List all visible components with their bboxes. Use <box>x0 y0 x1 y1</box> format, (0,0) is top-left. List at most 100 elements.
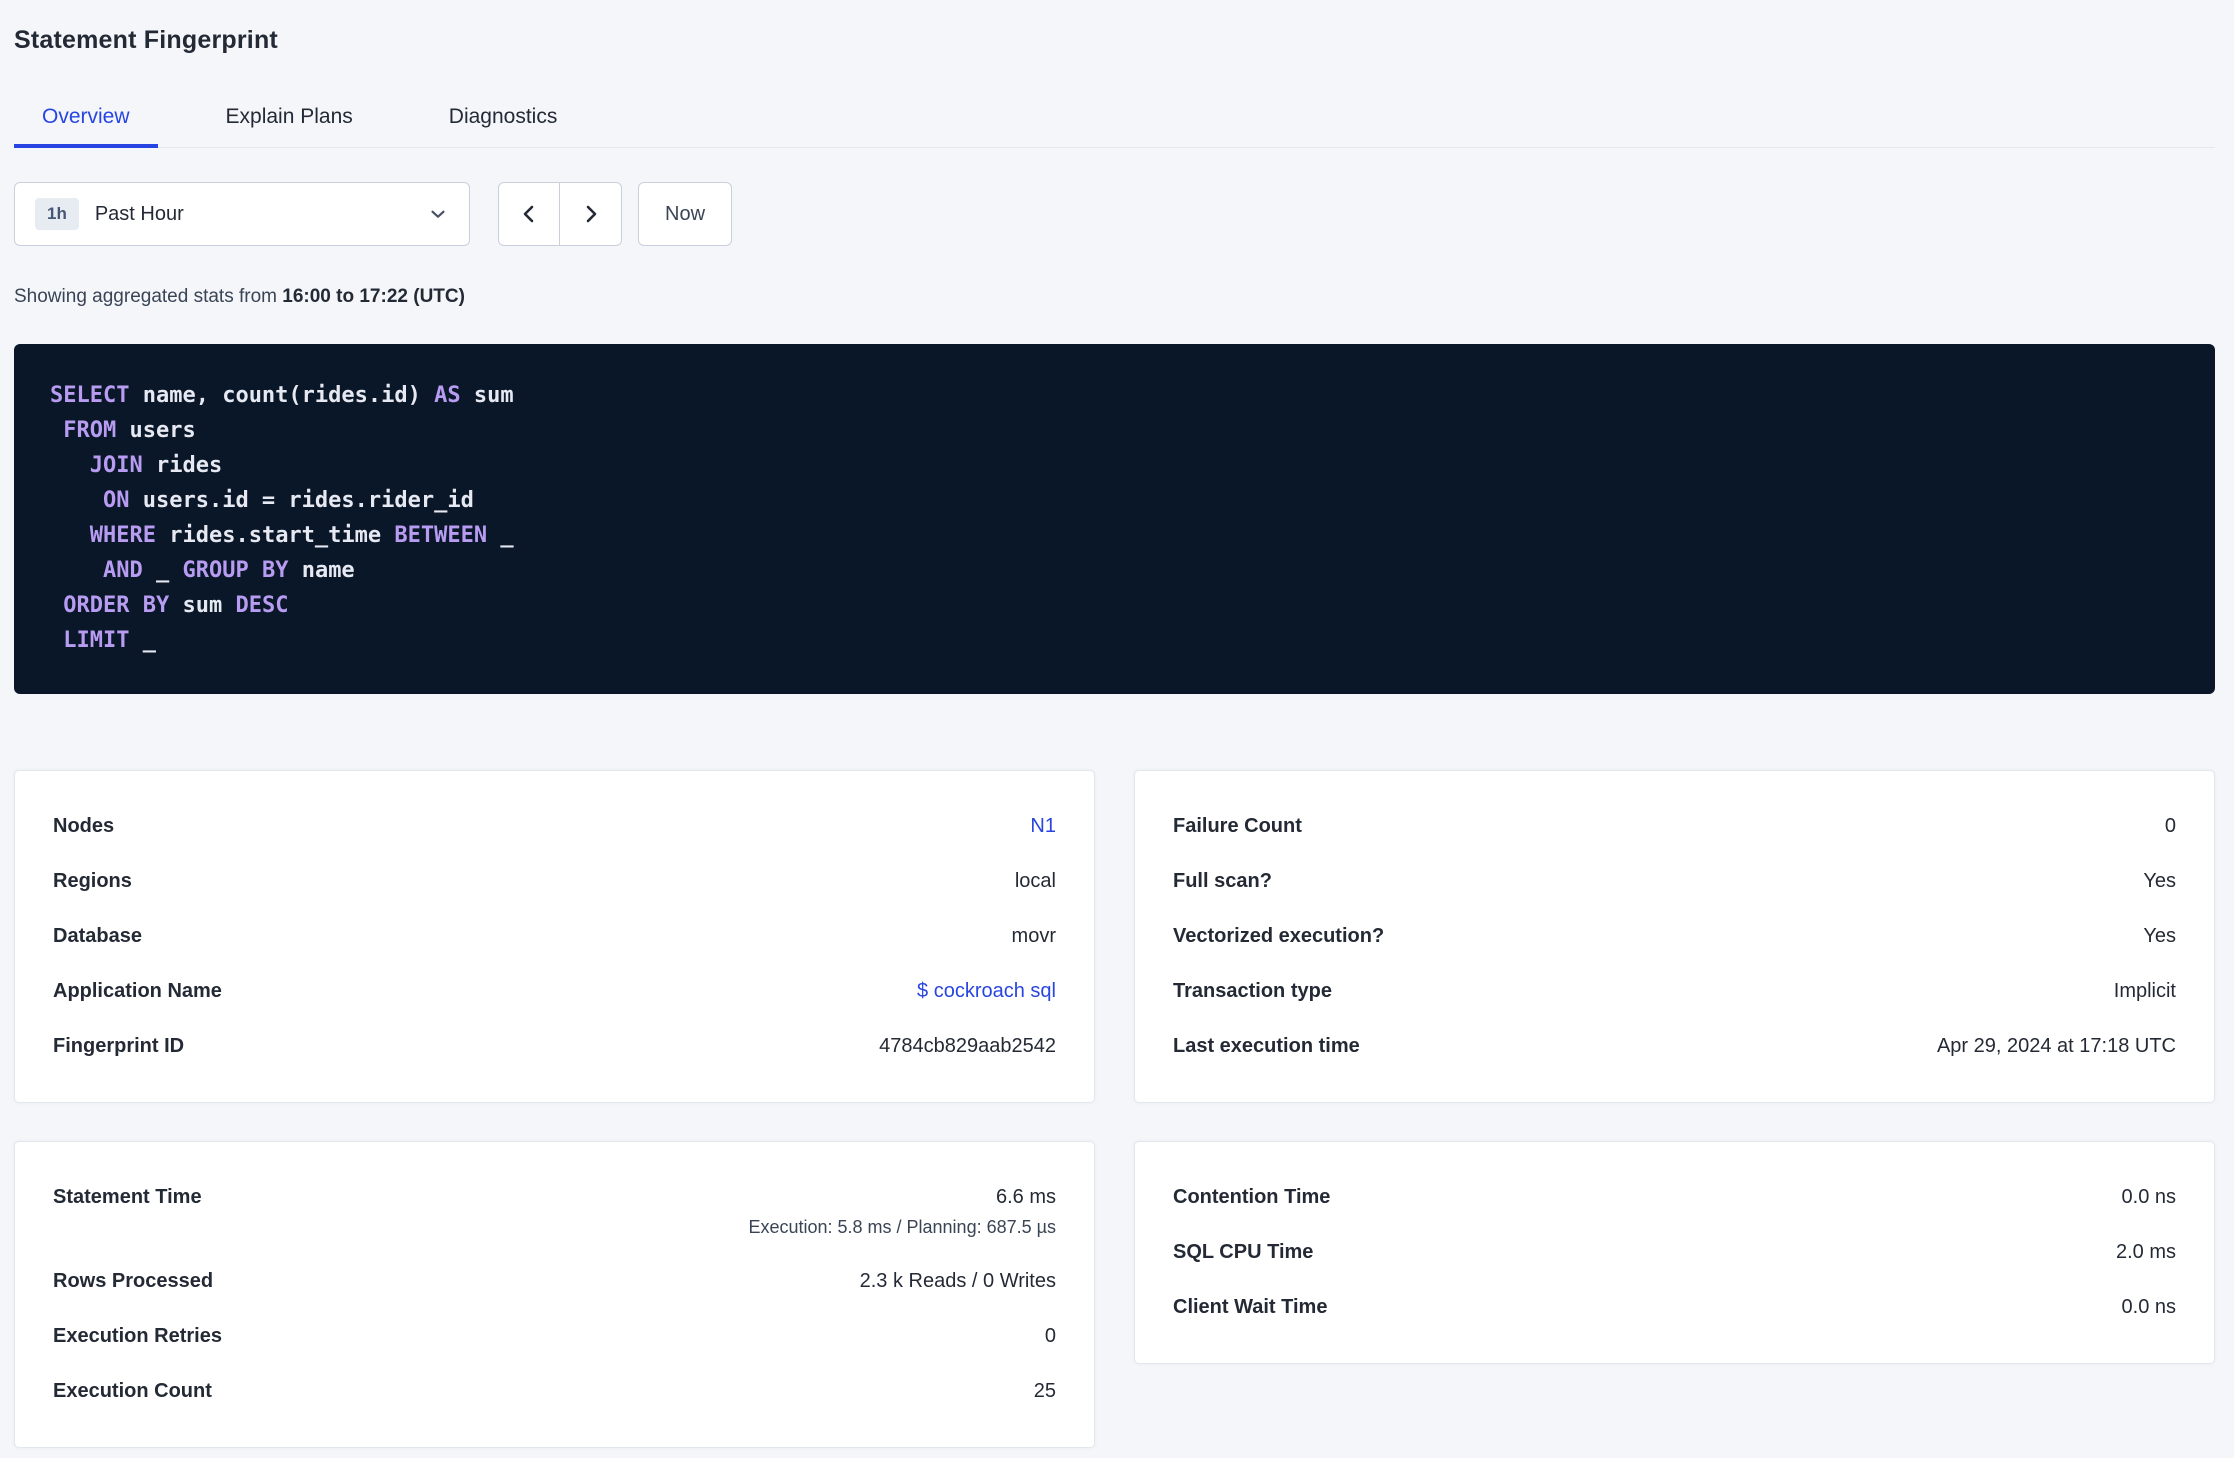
chevron-down-icon <box>427 203 449 225</box>
wait-times-card: Contention Time 0.0 ns SQL CPU Time 2.0 ms C… <box>1134 1141 2215 1364</box>
stat-value-wrap: 0.0 ns <box>2122 1296 2176 1319</box>
time-range-picker[interactable]: 1h Past Hour <box>14 182 470 246</box>
sql-keyword: SELECT <box>50 383 130 408</box>
stat-value: 0 <box>1044 1325 1056 1347</box>
stat-value-wrap: Implicit <box>2114 980 2176 1003</box>
stat-value: Yes <box>2143 925 2176 947</box>
sql-code: SELECT name, count(rides.id) AS sum FROM… <box>50 378 2179 658</box>
stat-value-wrap: N1 <box>1030 815 1056 838</box>
summary-prefix: Showing aggregated stats from <box>14 286 277 307</box>
tab-bar: Overview Explain Plans Diagnostics <box>14 89 2215 148</box>
stat-value-wrap: 0 <box>1045 1325 1056 1348</box>
stat-label: Failure Count <box>1173 815 1302 837</box>
stat-value: 2.0 ms <box>2115 1241 2176 1263</box>
time-range-badge: 1h <box>35 198 79 230</box>
stat-row: SQL CPU Time 2.0 ms <box>1173 1225 2176 1280</box>
stat-value-link[interactable]: $ cockroach sql <box>917 980 1056 1002</box>
stat-label: Client Wait Time <box>1173 1296 1328 1318</box>
stat-value: 4784cb829aab2542 <box>879 1035 1056 1057</box>
stat-row: Contention Time 0.0 ns <box>1173 1170 2176 1225</box>
stat-row: Regions local <box>53 854 1056 909</box>
stat-value-wrap: Yes <box>2143 925 2176 948</box>
sql-line: AND _ GROUP BY name <box>50 553 2179 588</box>
sql-keyword: JOIN <box>89 453 143 478</box>
sql-line: ORDER BY sum DESC <box>50 588 2179 623</box>
stat-value-wrap: 4784cb829aab2542 <box>879 1035 1056 1058</box>
sql-line: FROM users <box>50 413 2179 448</box>
stat-label: SQL CPU Time <box>1173 1241 1314 1263</box>
stat-row: Full scan? Yes <box>1173 854 2176 909</box>
tab-diagnostics[interactable]: Diagnostics <box>421 89 586 147</box>
stat-row: Transaction type Implicit <box>1173 964 2176 1019</box>
stat-value: 6.6 ms <box>995 1186 1056 1208</box>
stat-row: Execution Count 25 <box>53 1364 1056 1419</box>
stat-value-link[interactable]: N1 <box>1030 815 1056 837</box>
stat-value-wrap: 6.6 ms Execution: 5.8 ms / Planning: 687.… <box>748 1186 1056 1238</box>
stat-value-wrap: Yes <box>2143 870 2176 893</box>
sql-text: rides <box>142 453 223 478</box>
stat-label: Full scan? <box>1173 870 1272 892</box>
statement-details-card: Nodes N1 Regions local Database movr Applicati… <box>14 770 1095 1103</box>
time-nav-group <box>498 182 622 246</box>
stat-row: Nodes N1 <box>53 799 1056 854</box>
statement-stats-card: Statement Time 6.6 ms Execution: 5.8 ms / … <box>14 1141 1095 1448</box>
stat-row: Database movr <box>53 909 1056 964</box>
sql-line: ON users.id = rides.rider_id <box>50 483 2179 518</box>
stat-value: local <box>1014 870 1056 892</box>
sql-line: SELECT name, count(rides.id) AS sum <box>50 378 2179 413</box>
execution-properties-card: Failure Count 0 Full scan? Yes Vectorized ex… <box>1134 770 2215 1103</box>
sql-text: sum <box>169 593 236 618</box>
stat-row: Vectorized execution? Yes <box>1173 909 2176 964</box>
time-toolbar: 1h Past Hour Now <box>14 182 2215 246</box>
sql-keyword: AS <box>434 383 461 408</box>
tab-overview[interactable]: Overview <box>14 89 158 148</box>
next-interval-button[interactable] <box>560 182 622 246</box>
sql-text: sum <box>460 383 514 408</box>
stat-value-wrap: movr <box>1012 925 1056 948</box>
stat-label: Last execution time <box>1173 1035 1360 1057</box>
stat-label: Regions <box>53 870 132 892</box>
sql-line: LIMIT _ <box>50 623 2179 658</box>
stat-value-wrap: $ cockroach sql <box>917 980 1056 1003</box>
sql-text: name <box>288 558 355 583</box>
sql-text: users <box>116 418 196 443</box>
stat-label: Statement Time <box>53 1186 202 1208</box>
prev-interval-button[interactable] <box>498 182 560 246</box>
sql-text: _ <box>129 628 156 653</box>
tab-explain-plans[interactable]: Explain Plans <box>198 89 381 147</box>
page-title: Statement Fingerprint <box>14 26 278 54</box>
sql-keyword: BETWEEN <box>394 523 488 548</box>
sql-keyword: ORDER BY <box>63 593 170 618</box>
chevron-right-icon <box>579 202 603 226</box>
stat-value-wrap: local <box>1015 870 1056 893</box>
stat-label: Execution Retries <box>53 1325 222 1347</box>
time-range-label: Past Hour <box>94 202 184 225</box>
sql-text: name, count(rides.id) <box>129 383 435 408</box>
sql-keyword: AND <box>102 558 143 583</box>
stat-value: Implicit <box>2113 980 2176 1002</box>
stat-subvalue: Execution: 5.8 ms / Planning: 687.5 µs <box>748 1217 1056 1237</box>
aggregated-stats-summary: Showing aggregated stats from 16:00 to 1… <box>14 286 2215 308</box>
sql-text: _ <box>487 523 514 548</box>
sql-text: _ <box>142 558 183 583</box>
sql-line: WHERE rides.start_time BETWEEN _ <box>50 518 2179 553</box>
now-button[interactable]: Now <box>638 182 733 246</box>
stat-value: Yes <box>2143 870 2176 892</box>
stat-row: Fingerprint ID 4784cb829aab2542 <box>53 1019 1056 1074</box>
stat-value-wrap: 2.3 k Reads / 0 Writes <box>860 1270 1056 1293</box>
stat-value: 0 <box>2164 815 2176 837</box>
stat-row: Client Wait Time 0.0 ns <box>1173 1280 2176 1335</box>
sql-keyword: DESC <box>235 593 289 618</box>
sql-keyword: LIMIT <box>63 628 130 653</box>
stat-value-wrap: 0.0 ns <box>2122 1186 2176 1209</box>
sql-text: users.id = rides.rider_id <box>129 488 474 513</box>
statement-fingerprint-page: Statement Fingerprint Overview Explain Pl… <box>0 0 2234 1448</box>
sql-line: JOIN rides <box>50 448 2179 483</box>
stat-label: Transaction type <box>1173 980 1332 1002</box>
sql-text: rides.start_time <box>155 523 395 548</box>
sql-keyword: WHERE <box>89 523 156 548</box>
